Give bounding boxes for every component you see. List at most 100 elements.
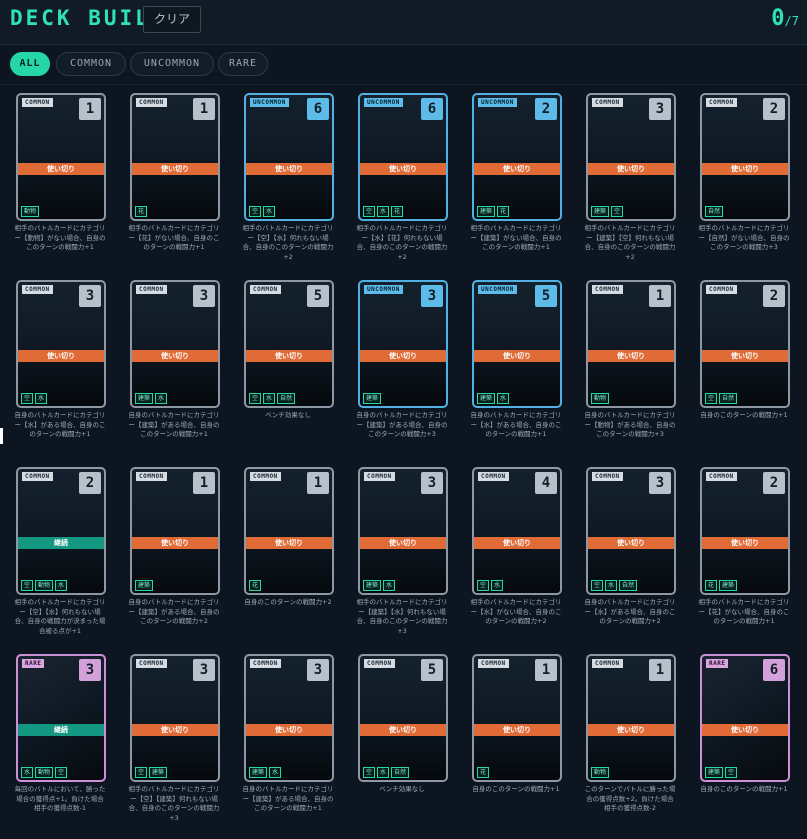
category-tag: 自然 xyxy=(391,767,410,778)
card-slot: COMMON 3 使い切り 建築水相手のバトルカードにカテゴリー【建築】【水】何れもな… xyxy=(356,467,470,652)
card[interactable]: COMMON 1 使い切り 建築 xyxy=(130,467,220,595)
card[interactable]: COMMON 2 使い切り花建築 xyxy=(700,467,790,595)
card[interactable]: COMMON 3 使い切り 建築水 xyxy=(244,654,334,782)
card-description: 自身のバトルカードにカテゴリー【建築】がある場合、自身のこのターンの戦闘力+3 xyxy=(356,411,448,438)
category-tags: 花 xyxy=(477,759,491,778)
category-tags: 花建築 xyxy=(705,572,739,591)
category-tag: 空 xyxy=(21,393,34,404)
category-tags: 空水自然 xyxy=(249,385,297,404)
rarity-badge: COMMON xyxy=(250,472,281,481)
category-tags: 水動物空 xyxy=(21,759,69,778)
card[interactable]: UNCOMMON 6 使い切り空水 xyxy=(244,93,334,221)
category-tags: 建築水 xyxy=(363,572,397,591)
timing-band: 使い切り xyxy=(474,537,560,549)
card-description: 相手のバトルカードにカテゴリー【空】【水】何れもない場合、自身のこのターンの戦闘… xyxy=(242,224,334,261)
card-description: 相手のバトルカードにカテゴリー【水】がない場合、自身のこのターンの戦闘力+2 xyxy=(470,598,562,625)
card[interactable]: COMMON 1 使い切り 動物 xyxy=(586,280,676,408)
cost-badge: 3 xyxy=(193,285,215,307)
card-slot: COMMON 5 使い切り空水自然ベンチ効果なし xyxy=(356,654,470,839)
rarity-badge: UNCOMMON xyxy=(478,98,517,107)
card-slot: COMMON 3 使い切り 建築空相手のバトルカードにカテゴリー【建築】【空】何れもな… xyxy=(584,93,698,278)
category-tag: 自然 xyxy=(719,393,738,404)
card-slot: COMMON 1 使い切り花自身のこのターンの戦闘力+1 xyxy=(470,654,584,839)
rarity-badge: RARE xyxy=(22,659,45,668)
card[interactable]: COMMON 1 使い切り 動物 xyxy=(16,93,106,221)
category-tags: 建築水 xyxy=(477,385,511,404)
card[interactable]: COMMON 3 使い切り 建築空 xyxy=(586,93,676,221)
card[interactable]: COMMON 2 継続空動物水 xyxy=(16,467,106,595)
category-tag: 水 xyxy=(377,767,390,778)
card[interactable]: UNCOMMON 3 使い切り 建築 xyxy=(358,280,448,408)
timing-band: 使い切り xyxy=(702,537,788,549)
cost-badge: 6 xyxy=(763,659,785,681)
card-description: 毎回のバトルにおいて、勝った場合の獲得点+1。負けた場合相手の獲得点数-1 xyxy=(14,785,106,812)
category-tag: 空 xyxy=(611,206,624,217)
timing-band: 使い切り xyxy=(246,163,332,175)
timing-band: 使い切り xyxy=(588,724,674,736)
card-slot: COMMON 1 使い切り 動物 このターンでバトルに勝った場合の獲得点数+2。負けた場… xyxy=(584,654,698,839)
cost-badge: 3 xyxy=(421,285,443,307)
card[interactable]: COMMON 1 使い切り花 xyxy=(472,654,562,782)
category-tags: 空水 xyxy=(477,572,505,591)
card-slot: COMMON 2 使い切り 自然 相手のバトルカードにカテゴリー【自然】がない場合、自身… xyxy=(698,93,807,278)
card-slot: UNCOMMON 6 使い切り空水花相手のバトルカードにカテゴリー【水】【花】何れも… xyxy=(356,93,470,278)
category-tag: 花 xyxy=(391,206,404,217)
card[interactable]: COMMON 4 使い切り空水 xyxy=(472,467,562,595)
timing-band: 使い切り xyxy=(474,724,560,736)
card[interactable]: COMMON 3 使い切り空水 xyxy=(16,280,106,408)
card[interactable]: UNCOMMON 5 使い切り 建築水 xyxy=(472,280,562,408)
card[interactable]: RARE 3 継続水動物空 xyxy=(16,654,106,782)
rarity-badge: UNCOMMON xyxy=(478,285,517,294)
card-slot: UNCOMMON 2 使い切り 建築花相手のバトルカードにカテゴリー【建築】がない場合… xyxy=(470,93,584,278)
category-tags: 建築空 xyxy=(591,198,625,217)
card-grid: COMMON 1 使い切り 動物 相手のバトルカードにカテゴリー【動物】がない場合、自身… xyxy=(0,0,807,832)
category-tag: 動物 xyxy=(35,580,54,591)
card-description: ベンチ効果なし xyxy=(379,785,425,793)
category-tag: 空 xyxy=(21,580,34,591)
category-tag: 花 xyxy=(705,580,718,591)
category-tag: 水 xyxy=(491,580,504,591)
category-tags: 動物 xyxy=(591,385,611,404)
rarity-badge: RARE xyxy=(706,659,729,668)
cost-badge: 2 xyxy=(763,472,785,494)
card[interactable]: COMMON 3 使い切り 建築水 xyxy=(358,467,448,595)
card[interactable]: COMMON 2 使い切り空自然 xyxy=(700,280,790,408)
card-slot: COMMON 3 使い切り 建築水自身のバトルカードにカテゴリー【建築】がある場合、自… xyxy=(128,280,242,465)
category-tag: 花 xyxy=(135,206,148,217)
cost-badge: 6 xyxy=(307,98,329,120)
cost-badge: 3 xyxy=(649,98,671,120)
card[interactable]: COMMON 3 使い切り空建築 xyxy=(130,654,220,782)
rarity-badge: COMMON xyxy=(136,285,167,294)
category-tag: 空 xyxy=(591,580,604,591)
category-tag: 水 xyxy=(497,393,510,404)
category-tags: 空自然 xyxy=(705,385,739,404)
card[interactable]: COMMON 5 使い切り空水自然 xyxy=(358,654,448,782)
card[interactable]: COMMON 1 使い切り花 xyxy=(244,467,334,595)
card[interactable]: COMMON 5 使い切り空水自然 xyxy=(244,280,334,408)
card[interactable]: COMMON 1 使い切り 動物 xyxy=(586,654,676,782)
card[interactable]: RARE 6 使い切り 建築空 xyxy=(700,654,790,782)
card[interactable]: UNCOMMON 2 使い切り 建築花 xyxy=(472,93,562,221)
card[interactable]: COMMON 3 使い切り空水自然 xyxy=(586,467,676,595)
category-tag: 建築 xyxy=(363,580,382,591)
timing-band: 使い切り xyxy=(132,537,218,549)
rarity-badge: UNCOMMON xyxy=(364,98,403,107)
card-description: 自身のバトルカードにカテゴリー【水】がある場合、自身のこのターンの戦闘力+2 xyxy=(584,598,676,625)
rarity-badge: UNCOMMON xyxy=(250,98,289,107)
cost-badge: 2 xyxy=(535,98,557,120)
card[interactable]: COMMON 1 使い切り花 xyxy=(130,93,220,221)
card-slot: RARE 3 継続水動物空毎回のバトルにおいて、勝った場合の獲得点+1。負けた場合相… xyxy=(14,654,128,839)
cost-badge: 2 xyxy=(763,285,785,307)
card[interactable]: COMMON 3 使い切り 建築水 xyxy=(130,280,220,408)
card[interactable]: UNCOMMON 6 使い切り空水花 xyxy=(358,93,448,221)
category-tag: 花 xyxy=(477,767,490,778)
card[interactable]: COMMON 2 使い切り 自然 xyxy=(700,93,790,221)
category-tag: 建築 xyxy=(705,767,724,778)
timing-band: 使い切り xyxy=(246,537,332,549)
rarity-badge: COMMON xyxy=(364,472,395,481)
rarity-badge: COMMON xyxy=(22,472,53,481)
category-tag: 建築 xyxy=(135,393,154,404)
category-tag: 水 xyxy=(383,580,396,591)
cost-badge: 3 xyxy=(421,472,443,494)
rarity-badge: COMMON xyxy=(136,659,167,668)
